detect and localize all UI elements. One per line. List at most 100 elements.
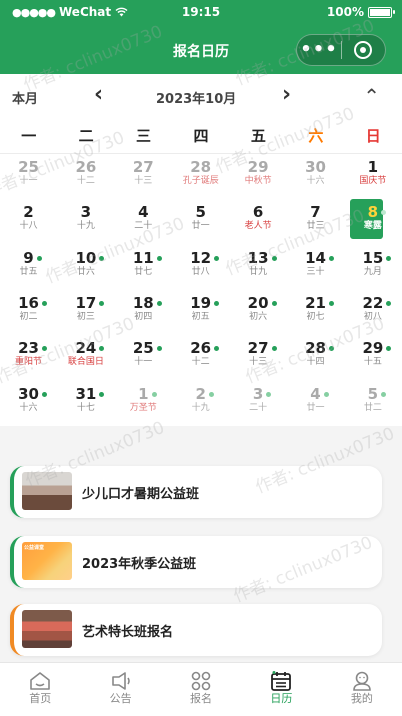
lunar-date: 十二 [76, 176, 95, 186]
day-number: 20 [248, 294, 277, 312]
lunar-date: 十三 [249, 357, 268, 368]
tab-label: 报名 [190, 692, 213, 705]
calendar-day[interactable]: 14 三十 [287, 245, 344, 290]
tab-profile[interactable]: 我的 [322, 663, 402, 716]
calendar-day[interactable]: 19 初五 [172, 290, 229, 335]
lunar-date: 初五 [191, 311, 210, 322]
event-dot-icon [386, 346, 392, 352]
event-card[interactable]: 少儿口才暑期公益班 [10, 466, 382, 518]
calendar-day[interactable]: 30 十六 [287, 154, 344, 199]
calendar-day[interactable]: 3 十九 [57, 199, 114, 244]
day-number: 28 [305, 339, 334, 357]
calendar-day[interactable]: 1 万圣节 [115, 381, 172, 426]
grid-icon [161, 663, 241, 691]
event-card[interactable]: 艺术特长班报名 [10, 604, 382, 656]
lunar-date: 十七 [76, 402, 95, 413]
battery-percent: 100% [326, 5, 364, 19]
calendar-day[interactable]: 28 孔子诞辰 [172, 154, 229, 199]
calendar-day[interactable]: 9 廿五 [0, 245, 57, 290]
lunar-date: 十一 [134, 357, 153, 368]
lunar-date: 廿三 [306, 221, 325, 232]
status-bar: ●●●●● WeChat 19:15 100% [0, 0, 402, 26]
calendar-day[interactable]: 26 十二 [57, 154, 114, 199]
tab-label: 我的 [350, 692, 373, 705]
battery-icon [368, 6, 395, 18]
calendar-day[interactable]: 23 重阳节 [0, 335, 57, 380]
tab-home[interactable]: 首页 [0, 663, 80, 716]
day-number-text: 4 [310, 384, 321, 403]
calendar-day[interactable]: 18 初四 [115, 290, 172, 335]
collapse-icon[interactable]: ⌃ [363, 84, 380, 108]
calendar-day[interactable]: 31 十七 [57, 381, 114, 426]
calendar-day[interactable]: 30 十六 [0, 381, 57, 426]
calendar-day[interactable]: 17 初三 [57, 290, 114, 335]
lunar-date: 寒露 [363, 221, 382, 232]
day-number: 24 [75, 339, 105, 358]
lunar-date: 廿五 [19, 266, 38, 277]
calendar-day[interactable]: 26 十二 [172, 335, 229, 380]
more-button[interactable]: ••• [297, 35, 341, 65]
day-number-text: 28 [190, 158, 212, 176]
mini-program-capsule: ••• [296, 34, 386, 66]
day-number: 8 [368, 203, 387, 221]
day-number-text: 27 [247, 339, 269, 358]
calendar-day[interactable]: 1 国庆节 [344, 154, 401, 199]
calendar-day[interactable]: 6 老人节 [230, 199, 287, 244]
calendar-day[interactable]: 27 十三 [230, 335, 287, 380]
day-number-text: 2 [195, 384, 206, 403]
calendar-day[interactable]: 16 初二 [0, 290, 57, 335]
tab-label: 日历 [270, 692, 293, 705]
event-dot-icon [328, 346, 334, 352]
calendar-day[interactable]: 3 二十 [230, 381, 287, 426]
day-number: 27 [133, 158, 154, 176]
calendar-day[interactable]: 12 廿八 [172, 245, 229, 290]
day-number-text: 31 [75, 384, 97, 403]
calendar-day[interactable]: 10 廿六 [57, 245, 114, 290]
calendar-day[interactable]: 29 中秋节 [230, 154, 287, 199]
calendar-day[interactable]: 27 十三 [115, 154, 172, 199]
calendar-day[interactable]: 2 十九 [172, 381, 229, 426]
calendar-day-today[interactable]: 8 寒露 [344, 199, 401, 244]
calendar-day[interactable]: 7 廿三 [287, 199, 344, 244]
next-month-icon[interactable]: › [282, 82, 291, 107]
day-number: 1 [138, 385, 157, 403]
event-dot-icon [41, 346, 47, 352]
event-card[interactable]: 公益课堂 2023年秋季公益班 [10, 536, 382, 588]
calendar-day[interactable]: 11 廿七 [115, 245, 172, 290]
calendar-day[interactable]: 28 十四 [287, 335, 344, 380]
calendar-icon [241, 663, 321, 691]
calendar-day[interactable]: 15 九月 [344, 245, 401, 290]
day-number-text: 25 [18, 158, 39, 176]
calendar-day[interactable]: 5 廿二 [344, 381, 401, 426]
calendar-day[interactable]: 25 十一 [0, 154, 57, 199]
day-number-text: 16 [18, 293, 39, 312]
day-number-text: 15 [362, 248, 384, 267]
calendar-day[interactable]: 4 廿一 [287, 381, 344, 426]
calendar-day[interactable]: 22 初八 [344, 290, 401, 335]
calendar-day[interactable]: 4 二十 [115, 199, 172, 244]
calendar-day[interactable]: 21 初七 [287, 290, 344, 335]
tab-signup[interactable]: 报名 [161, 663, 241, 716]
calendar-day[interactable]: 2 十八 [0, 199, 57, 244]
event-dot-icon [386, 300, 392, 306]
lunar-date: 十九 [191, 402, 210, 413]
day-number-text: 24 [75, 339, 97, 358]
month-mode-button[interactable]: 本月 [12, 88, 38, 107]
calendar-day[interactable]: 25 十一 [115, 335, 172, 380]
tab-announcement[interactable]: 公告 [80, 663, 160, 716]
calendar-day[interactable]: 29 十五 [344, 335, 401, 380]
calendar-day[interactable]: 24 联合国日 [57, 335, 114, 380]
prev-month-icon[interactable]: ‹ [94, 82, 103, 107]
close-button[interactable] [342, 41, 385, 59]
event-dot-icon [99, 391, 105, 397]
calendar-day[interactable]: 5 廿一 [172, 199, 229, 244]
day-number: 14 [305, 249, 334, 267]
festival-label: 老人节 [244, 221, 272, 232]
calendar-day[interactable]: 20 初六 [230, 290, 287, 335]
weekday-sun: 日 [365, 127, 381, 145]
lunar-date: 廿七 [134, 266, 153, 277]
tab-calendar[interactable]: 日历 [241, 663, 321, 716]
calendar-day[interactable]: 13 廿九 [230, 245, 287, 290]
day-number-text: 2 [23, 203, 34, 222]
event-dot-icon [208, 391, 214, 397]
